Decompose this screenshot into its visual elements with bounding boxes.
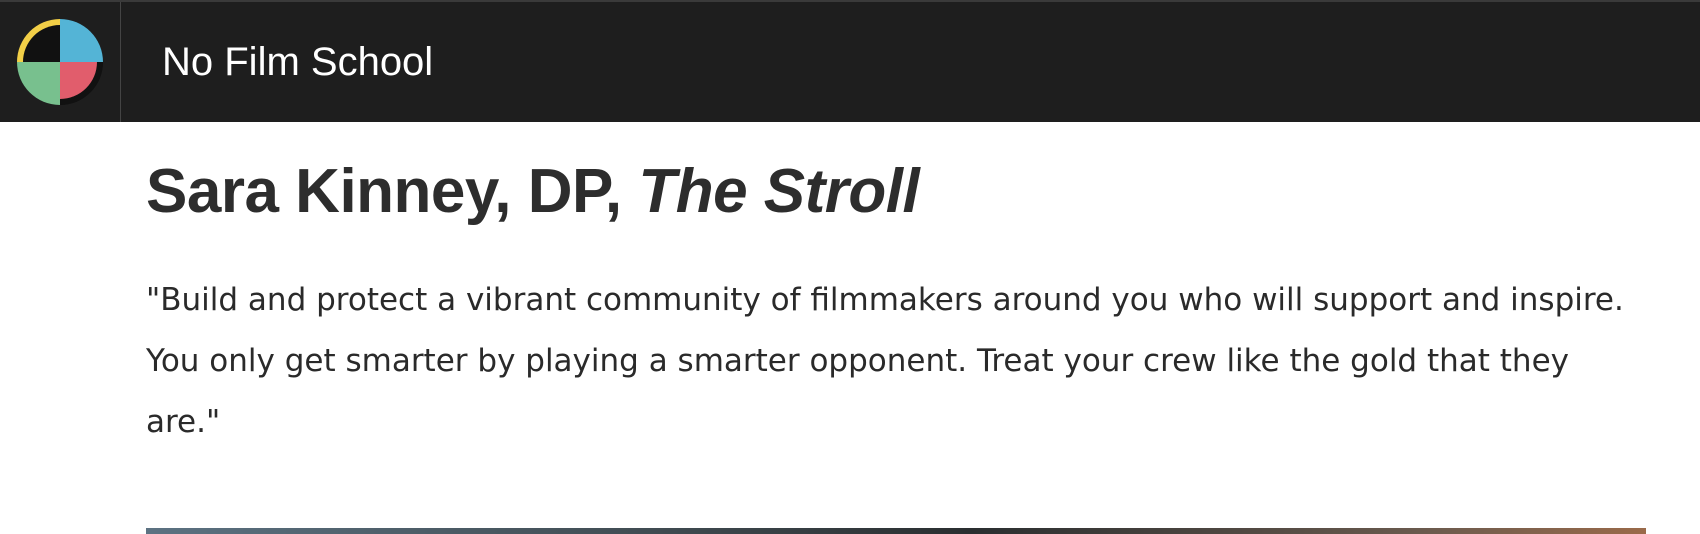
article-heading: Sara Kinney, DP, The Stroll	[146, 156, 920, 228]
article-image	[146, 528, 1646, 534]
site-header: No Film School	[0, 0, 1700, 122]
site-title-link[interactable]: No Film School	[162, 38, 433, 86]
heading-film-title: The Stroll	[638, 157, 920, 226]
logo-link[interactable]	[0, 2, 121, 122]
heading-person: Sara Kinney, DP,	[146, 157, 639, 226]
article-quote: "Build and protect a vibrant community o…	[146, 282, 1624, 440]
no-film-school-logo-icon	[17, 19, 103, 105]
